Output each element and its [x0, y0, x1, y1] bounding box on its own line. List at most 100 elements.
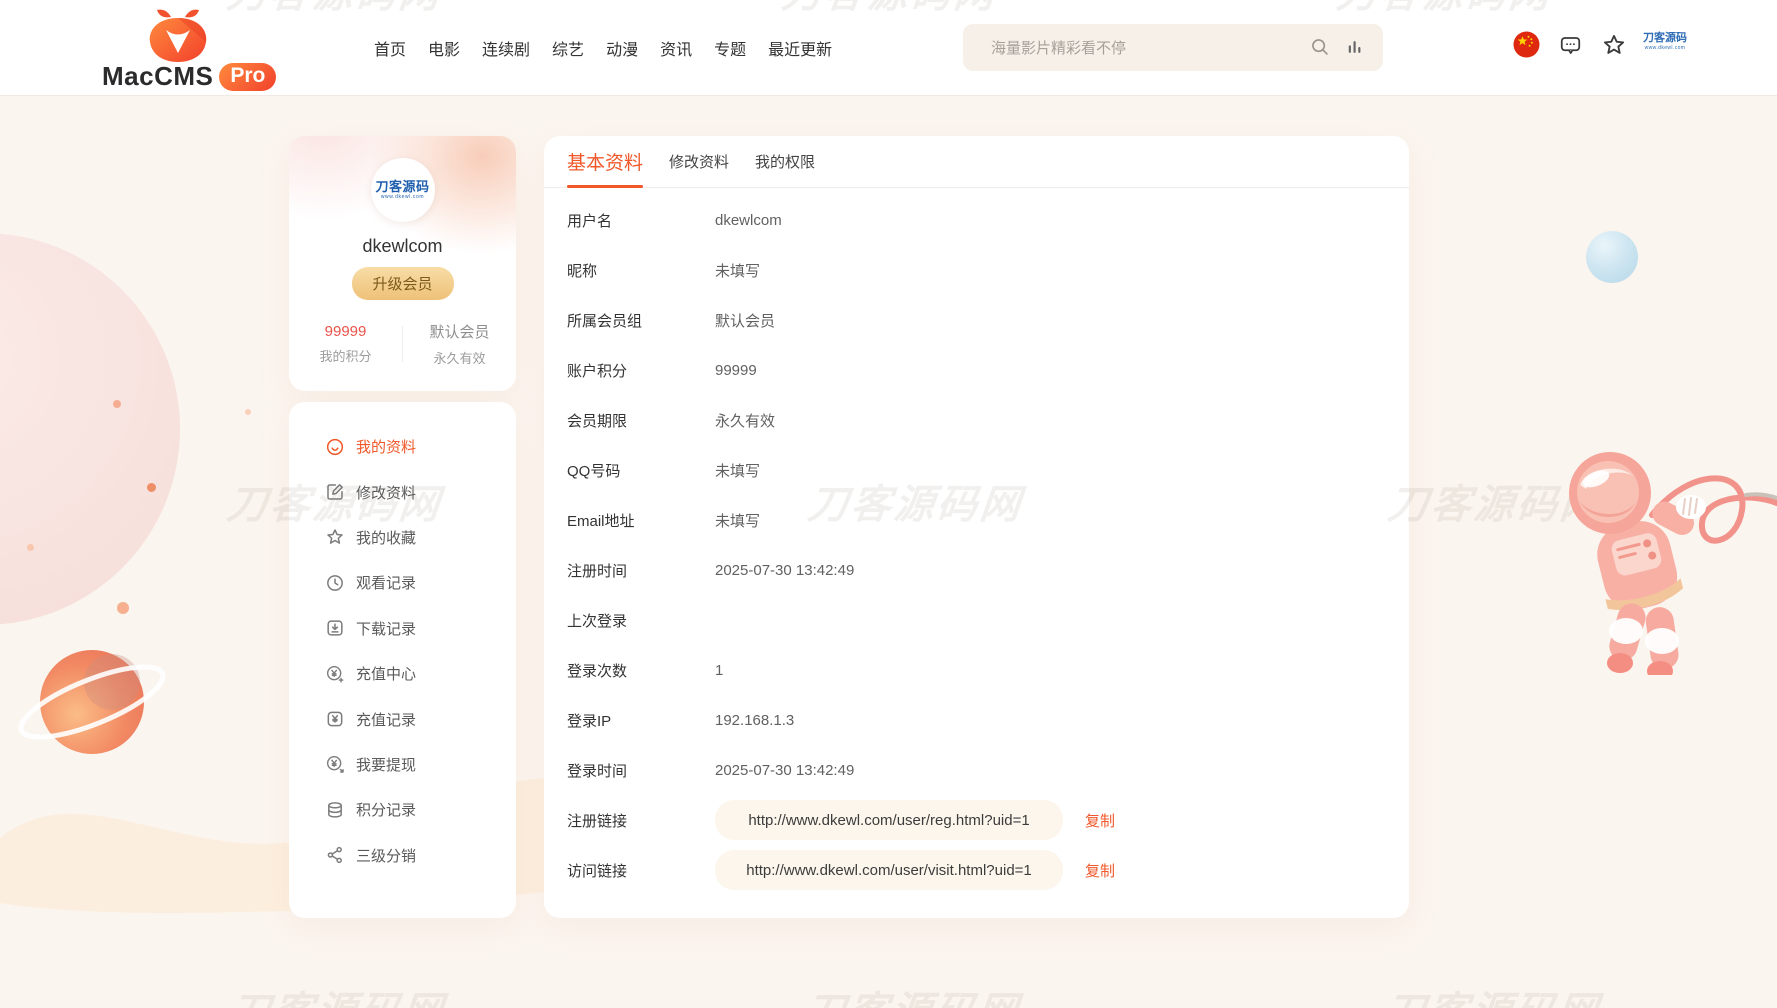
field-label: 注册链接 [567, 810, 715, 831]
field-row-register-link: 注册链接 复制 [544, 795, 1409, 845]
sidebar-item-favorites[interactable]: 我的收藏 [289, 515, 516, 560]
search-icon[interactable] [1309, 36, 1331, 58]
site-brand-mini-logo[interactable]: 刀客源码 www.dkewl.com [1643, 33, 1687, 51]
copy-visit-link-button[interactable]: 复制 [1085, 860, 1115, 881]
field-value: 未填写 [715, 460, 760, 481]
sidebar-item-my-profile[interactable]: 我的资料 [289, 424, 516, 469]
message-icon[interactable] [1558, 33, 1583, 58]
field-label: 用户名 [567, 210, 715, 231]
field-row-login-count: 登录次数 1 [544, 645, 1409, 695]
tab-edit-info[interactable]: 修改资料 [669, 136, 729, 187]
nav-item-series[interactable]: 连续剧 [482, 36, 530, 60]
favorite-star-icon[interactable] [1601, 32, 1627, 58]
share-network-icon [325, 845, 345, 865]
field-row-login-time: 登录时间 2025-07-30 13:42:49 [544, 745, 1409, 795]
field-row-login-ip: 登录IP 192.168.1.3 [544, 695, 1409, 745]
sidebar-menu: 我的资料 修改资料 我的收藏 观看记录 [289, 424, 516, 878]
username-text: dkewlcom [289, 236, 516, 257]
copy-register-link-button[interactable]: 复制 [1085, 810, 1115, 831]
points-label: 我的积分 [289, 346, 402, 365]
member-group-value: 默认会员 [403, 321, 516, 342]
sidebar-item-points-history[interactable]: 积分记录 [289, 787, 516, 832]
watermark: 刀客源码网 [803, 990, 1023, 1008]
nav-item-movies[interactable]: 电影 [428, 36, 460, 60]
field-row-member-group: 所属会员组 默认会员 [544, 295, 1409, 345]
user-face-icon [325, 437, 345, 457]
astronaut-illustration [1540, 415, 1777, 675]
field-value: 默认会员 [715, 310, 775, 331]
field-label: 昵称 [567, 260, 715, 281]
sidebar-item-label: 我的收藏 [356, 527, 416, 548]
nav-item-anime[interactable]: 动漫 [606, 36, 638, 60]
field-value: 99999 [715, 362, 757, 379]
planet-illustration [14, 630, 179, 780]
sidebar-item-affiliate[interactable]: 三级分销 [289, 833, 516, 878]
field-value: 永久有效 [715, 410, 775, 431]
nav-item-news[interactable]: 资讯 [660, 36, 692, 60]
nav-item-recent[interactable]: 最近更新 [768, 36, 832, 60]
ranking-chart-icon[interactable] [1345, 37, 1365, 57]
language-flag-icon[interactable] [1513, 31, 1540, 58]
decor-dot [27, 544, 34, 551]
field-label: 账户积分 [567, 360, 715, 381]
fruit-logo-icon [140, 6, 216, 62]
sidebar-item-label: 我的资料 [356, 436, 416, 457]
header: MacCMS Pro 首页 电影 连续剧 综艺 动漫 资讯 专题 最近更新 [0, 0, 1777, 95]
sidebar-menu-card: 我的资料 修改资料 我的收藏 观看记录 [289, 402, 516, 918]
avatar-logo-url: www.dkewl.com [381, 195, 424, 200]
tab-my-permissions[interactable]: 我的权限 [755, 136, 815, 187]
nav-item-home[interactable]: 首页 [374, 36, 406, 60]
decor-dot [113, 400, 121, 408]
nav-item-topics[interactable]: 专题 [714, 36, 746, 60]
visit-link-input[interactable] [715, 850, 1063, 890]
field-row-visit-link: 访问链接 复制 [544, 845, 1409, 895]
profile-fields: 用户名 dkewlcom 昵称 未填写 所属会员组 默认会员 账户积分 9999… [544, 195, 1409, 895]
edit-icon [325, 482, 345, 502]
sidebar-item-download-history[interactable]: 下载记录 [289, 606, 516, 651]
profile-tabs: 基本资料 修改资料 我的权限 [544, 136, 1409, 188]
tab-basic-info[interactable]: 基本资料 [567, 136, 643, 187]
sidebar-item-label: 下载记录 [356, 618, 416, 639]
field-label: QQ号码 [567, 460, 715, 481]
recharge-record-icon [325, 709, 345, 729]
decor-dot [245, 409, 251, 415]
sidebar-item-label: 三级分销 [356, 845, 416, 866]
sidebar-item-watch-history[interactable]: 观看记录 [289, 560, 516, 605]
avatar-logo-text: 刀客源码 [375, 180, 429, 193]
sidebar-item-recharge-center[interactable]: 充值中心 [289, 651, 516, 696]
sidebar-item-label: 积分记录 [356, 799, 416, 820]
watermark: 刀客源码网 [228, 990, 448, 1008]
sidebar-item-label: 修改资料 [356, 482, 416, 503]
sidebar-item-withdraw[interactable]: 我要提现 [289, 742, 516, 787]
field-row-email: Email地址 未填写 [544, 495, 1409, 545]
mini-logo-text: 刀客源码 [1643, 33, 1687, 44]
sidebar-item-recharge-history[interactable]: 充值记录 [289, 696, 516, 741]
field-row-username: 用户名 dkewlcom [544, 195, 1409, 245]
sidebar-item-edit-profile[interactable]: 修改资料 [289, 469, 516, 514]
watermark: 刀客源码网 [1386, 483, 1606, 527]
register-link-input[interactable] [715, 800, 1063, 840]
decor-pale-circle [0, 233, 180, 625]
logo-brand-text: MacCMS [102, 61, 213, 92]
field-label: 登录IP [567, 710, 715, 731]
avatar[interactable]: 刀客源码 www.dkewl.com [371, 158, 435, 222]
upgrade-member-button[interactable]: 升级会员 [351, 267, 453, 300]
field-row-last-login: 上次登录 [544, 595, 1409, 645]
field-value: 192.168.1.3 [715, 712, 794, 729]
star-icon [325, 527, 345, 547]
search-bar [963, 24, 1383, 71]
field-value: 未填写 [715, 510, 760, 531]
field-value: dkewlcom [715, 212, 782, 229]
sidebar-item-label: 我要提现 [356, 754, 416, 775]
mini-logo-subtext: www.dkewl.com [1643, 46, 1687, 51]
database-icon [325, 800, 345, 820]
points-value: 99999 [289, 323, 402, 340]
decor-dot [147, 483, 156, 492]
field-label: 上次登录 [567, 610, 715, 631]
field-row-nickname: 昵称 未填写 [544, 245, 1409, 295]
decor-dot [117, 602, 129, 614]
site-logo[interactable]: MacCMS Pro [102, 4, 252, 92]
nav-item-variety[interactable]: 综艺 [552, 36, 584, 60]
field-label: 所属会员组 [567, 310, 715, 331]
search-input[interactable] [989, 24, 1273, 73]
